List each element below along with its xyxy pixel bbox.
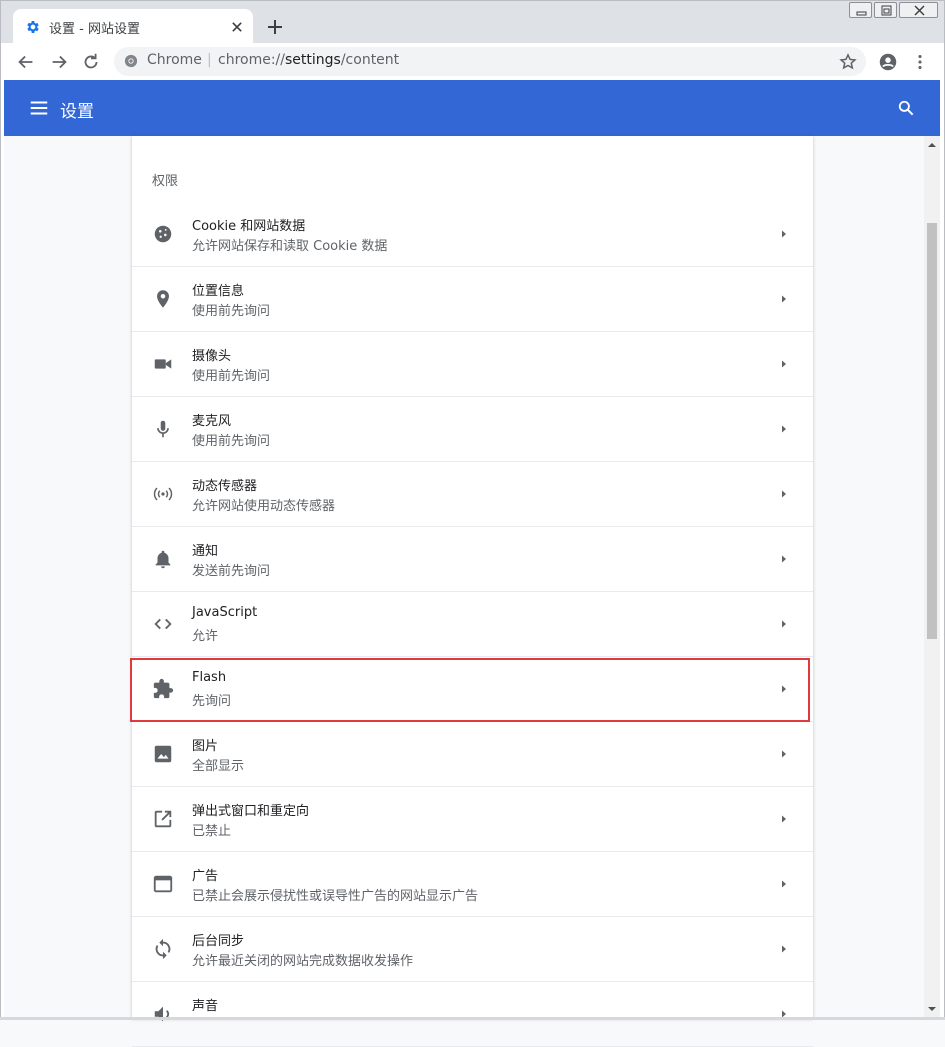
section-title: 权限 bbox=[152, 174, 179, 189]
permission-row[interactable]: 位置信息使用前先询问 bbox=[132, 267, 813, 332]
bell-icon bbox=[155, 550, 171, 569]
url-path: /content bbox=[340, 52, 400, 68]
permission-row-subtitle: 允许网站使用动态传感器 bbox=[192, 499, 336, 514]
chevron-right-icon bbox=[782, 230, 786, 238]
permission-row-subtitle: 允许网站保存和读取 Cookie 数据 bbox=[192, 239, 388, 254]
page-title: 设置 bbox=[60, 102, 94, 122]
profile-avatar-icon[interactable] bbox=[877, 51, 899, 73]
permission-row-subtitle: 全部显示 bbox=[192, 759, 245, 774]
chevron-right-icon bbox=[782, 815, 786, 823]
permission-row-title: 动态传感器 bbox=[192, 479, 258, 494]
close-window-icon bbox=[914, 5, 925, 16]
minimize-icon bbox=[856, 11, 867, 16]
location-icon bbox=[157, 290, 169, 308]
sync-icon bbox=[155, 938, 171, 960]
permission-row-subtitle: 允许最近关闭的网站完成数据收发操作 bbox=[192, 954, 414, 969]
chevron-right-icon bbox=[782, 620, 786, 628]
permission-row-subtitle: 已禁止 bbox=[192, 824, 232, 839]
scroll-up-arrow-icon[interactable] bbox=[927, 140, 937, 150]
chevron-right-icon bbox=[782, 425, 786, 433]
permission-row-subtitle: 使用前先询问 bbox=[192, 369, 271, 384]
permission-row[interactable]: 广告已禁止会展示侵扰性或误导性广告的网站显示广告 bbox=[132, 852, 813, 917]
permission-row-title: 弹出式窗口和重定向 bbox=[192, 804, 310, 819]
settings-header: 设置 bbox=[4, 80, 940, 136]
permission-row-title: 广告 bbox=[192, 869, 219, 884]
open-in-new-icon bbox=[154, 810, 172, 828]
ad-window-icon bbox=[153, 875, 173, 893]
restore-icon bbox=[881, 5, 892, 16]
settings-content: 权限 Cookie 和网站数据允许网站保存和读取 Cookie 数据 位置信息使用… bbox=[4, 136, 924, 1047]
close-window-button[interactable] bbox=[899, 2, 938, 18]
omnibox-chrome-label: Chrome bbox=[147, 52, 202, 68]
bookmark-star-icon[interactable] bbox=[838, 52, 858, 72]
chevron-right-icon bbox=[782, 945, 786, 953]
permission-row-title: Cookie 和网站数据 bbox=[192, 219, 306, 234]
image-icon bbox=[154, 745, 172, 763]
code-icon bbox=[154, 618, 172, 630]
permission-row-title: 摄像头 bbox=[192, 349, 232, 364]
gear-icon bbox=[27, 21, 39, 33]
omnibox-separator: | bbox=[207, 52, 212, 68]
tab-settings[interactable]: 设置 - 网站设置 bbox=[13, 9, 253, 45]
omnibox-url[interactable]: chrome://settings/content bbox=[218, 52, 399, 68]
permission-row[interactable]: 后台同步允许最近关闭的网站完成数据收发操作 bbox=[132, 917, 813, 982]
title-bar: 设置 - 网站设置 bbox=[0, 0, 945, 45]
toolbar: Chrome | chrome://settings/content bbox=[0, 43, 945, 80]
permission-row[interactable]: JavaScript 允许 bbox=[132, 592, 813, 657]
back-arrow-icon[interactable] bbox=[15, 51, 37, 73]
restore-button[interactable] bbox=[874, 2, 897, 18]
chevron-right-icon bbox=[782, 555, 786, 563]
permission-row[interactable]: 声音 bbox=[132, 982, 813, 1047]
permission-row[interactable]: 麦克风 使用前先询问 bbox=[132, 397, 813, 462]
permission-row-title: JavaScript bbox=[192, 605, 258, 620]
permission-row-subtitle: 使用前先询问 bbox=[192, 434, 271, 449]
chevron-right-icon bbox=[782, 880, 786, 888]
volume-icon bbox=[154, 1006, 170, 1022]
reload-icon[interactable] bbox=[80, 51, 102, 73]
scroll-down-arrow-icon[interactable] bbox=[927, 1004, 937, 1014]
permission-row[interactable]: 通知 发送前先询问 bbox=[132, 527, 813, 592]
permission-row-subtitle: 允许 bbox=[192, 629, 219, 644]
new-tab-plus-icon[interactable] bbox=[263, 15, 287, 39]
tab-title: 设置 - 网站设置 bbox=[49, 22, 140, 37]
url-host: settings bbox=[285, 52, 341, 68]
search-icon[interactable] bbox=[896, 98, 916, 118]
minimize-button[interactable] bbox=[849, 2, 872, 18]
cookie-icon bbox=[154, 225, 172, 243]
chevron-right-icon bbox=[782, 750, 786, 758]
url-scheme: chrome:// bbox=[218, 52, 285, 68]
chrome-icon bbox=[124, 54, 138, 68]
permission-row-title: 声音 bbox=[192, 999, 219, 1014]
microphone-icon bbox=[157, 420, 169, 438]
permission-row[interactable]: 动态传感器允许网站使用动态传感器 bbox=[132, 462, 813, 527]
permission-row[interactable]: 摄像头 使用前先询问 bbox=[132, 332, 813, 397]
camera-icon bbox=[154, 359, 172, 369]
scrollbar-thumb[interactable] bbox=[927, 223, 937, 639]
scrollbar[interactable] bbox=[924, 136, 940, 1018]
omnibox[interactable]: Chrome | chrome://settings/content bbox=[114, 47, 866, 76]
close-icon[interactable] bbox=[227, 17, 247, 37]
permission-row[interactable]: 弹出式窗口和重定向 已禁止 bbox=[132, 787, 813, 852]
hamburger-menu-icon[interactable] bbox=[28, 97, 50, 119]
permission-row[interactable]: Cookie 和网站数据允许网站保存和读取 Cookie 数据 bbox=[132, 202, 813, 267]
chevron-right-icon bbox=[782, 295, 786, 303]
permission-row-title: 通知 bbox=[192, 544, 219, 559]
sensors-icon bbox=[153, 487, 173, 501]
permission-row-subtitle: 已禁止会展示侵扰性或误导性广告的网站显示广告 bbox=[192, 889, 479, 904]
permission-row-subtitle: 使用前先询问 bbox=[192, 304, 271, 319]
highlight-box bbox=[130, 658, 810, 722]
permission-row-title: 麦克风 bbox=[192, 414, 232, 429]
permissions-card: 权限 Cookie 和网站数据允许网站保存和读取 Cookie 数据 位置信息使用… bbox=[132, 136, 813, 1047]
forward-arrow-icon[interactable] bbox=[48, 51, 70, 73]
permission-row-title: 位置信息 bbox=[192, 284, 245, 299]
more-vert-icon[interactable] bbox=[909, 51, 931, 73]
permission-row[interactable]: 图片 全部显示 bbox=[132, 722, 813, 787]
permission-row-title: 后台同步 bbox=[192, 934, 245, 949]
chevron-right-icon bbox=[782, 490, 786, 498]
chevron-right-icon bbox=[782, 360, 786, 368]
permission-row-subtitle: 发送前先询问 bbox=[192, 564, 271, 579]
permission-row-title: 图片 bbox=[192, 739, 219, 754]
window-frame-right bbox=[940, 80, 945, 1020]
